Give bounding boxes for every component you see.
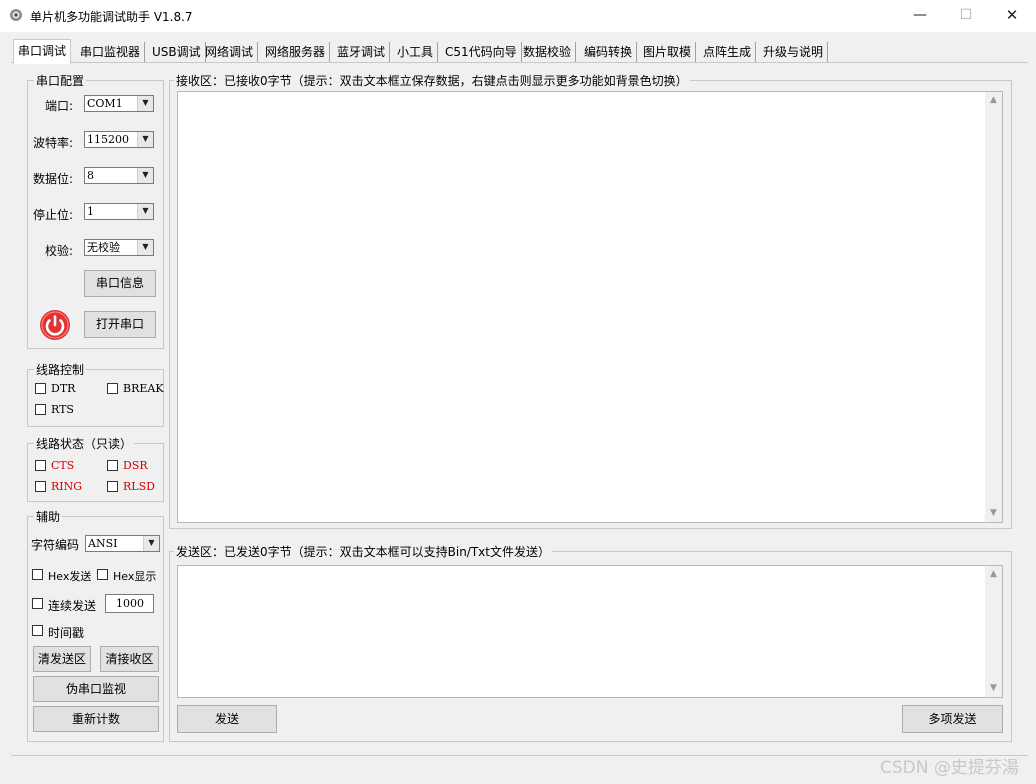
tab-c51-wizard[interactable]: C51代码向导	[441, 42, 522, 62]
receive-textarea[interactable]: ▲ ▼	[177, 91, 1003, 523]
interval-input[interactable]: 1000	[105, 594, 154, 613]
tab-tools[interactable]: 小工具	[393, 42, 439, 62]
scroll-up-icon[interactable]: ▲	[985, 566, 1002, 583]
baud-select[interactable]: 115200 ▼	[84, 131, 154, 148]
port-value: COM1	[87, 97, 123, 110]
close-button[interactable]: ✕	[989, 0, 1035, 32]
parity-value: 无校验	[87, 241, 120, 254]
encoding-select[interactable]: ANSI ▼	[85, 535, 160, 552]
tab-upgrade-info[interactable]: 升级与说明	[759, 42, 829, 62]
continuous-send-label: 连续发送	[48, 599, 97, 613]
tab-usb-debug[interactable]: USB调试	[148, 42, 206, 62]
line-control-group: 线路控制	[27, 361, 164, 427]
hex-display-checkbox[interactable]	[97, 569, 108, 580]
serial-config-title: 串口配置	[34, 72, 87, 89]
hex-send-label: Hex发送	[48, 570, 92, 583]
send-button[interactable]: 发送	[177, 705, 277, 733]
scroll-down-icon[interactable]: ▼	[985, 680, 1002, 697]
clear-send-button[interactable]: 清发送区	[33, 646, 91, 672]
serial-info-button[interactable]: 串口信息	[84, 270, 156, 297]
encoding-value: ANSI	[88, 537, 118, 550]
stopbits-value: 1	[87, 205, 94, 218]
rts-checkbox[interactable]	[35, 404, 46, 415]
line-control-title: 线路控制	[34, 361, 87, 378]
open-port-button[interactable]: 打开串口	[84, 311, 156, 338]
send-title: 发送区：已发送0字节（提示：双击文本框可以支持Bin/Txt文件发送）	[174, 543, 552, 560]
timestamp-label: 时间戳	[48, 626, 85, 640]
rts-label: RTS	[51, 403, 74, 416]
break-label: BREAK	[123, 382, 164, 395]
dtr-checkbox[interactable]	[35, 383, 46, 394]
ring-label: RING	[51, 480, 83, 493]
tab-network-server[interactable]: 网络服务器	[261, 42, 331, 62]
break-checkbox[interactable]	[107, 383, 118, 394]
line-status-title: 线路状态（只读）	[34, 435, 135, 452]
receive-scrollbar[interactable]: ▲ ▼	[985, 92, 1002, 522]
hex-display-label: Hex显示	[113, 570, 157, 583]
clear-receive-button[interactable]: 清接收区	[100, 646, 159, 672]
parity-select[interactable]: 无校验 ▼	[84, 239, 154, 256]
tab-divider	[11, 62, 1028, 63]
rlsd-checkbox	[107, 481, 118, 492]
port-label: 端口:	[45, 99, 74, 113]
dsr-label: DSR	[123, 459, 148, 472]
scroll-up-icon[interactable]: ▲	[985, 92, 1002, 109]
multi-send-button[interactable]: 多项发送	[902, 705, 1003, 733]
minimize-button[interactable]: —	[897, 0, 943, 32]
chevron-down-icon: ▼	[137, 168, 153, 183]
parity-label: 校验:	[45, 244, 74, 258]
chevron-down-icon: ▼	[137, 204, 153, 219]
chevron-down-icon: ▼	[137, 240, 153, 255]
tab-serial-monitor[interactable]: 串口监视器	[76, 42, 146, 62]
dtr-label: DTR	[51, 382, 76, 395]
chevron-down-icon: ▼	[143, 536, 159, 551]
window-title: 单片机多功能调试助手 V1.8.7	[30, 10, 193, 24]
app-icon	[9, 8, 23, 22]
assist-title: 辅助	[34, 508, 63, 525]
tab-network-debug[interactable]: 网络调试	[201, 42, 259, 62]
cts-checkbox	[35, 460, 46, 471]
stopbits-select[interactable]: 1 ▼	[84, 203, 154, 220]
rlsd-label: RLSD	[123, 480, 155, 493]
maximize-button[interactable]: ☐	[943, 0, 989, 32]
interval-value: 1000	[116, 597, 144, 610]
cts-label: CTS	[51, 459, 75, 472]
tab-data-checksum[interactable]: 数据校验	[519, 42, 577, 62]
pseudo-monitor-button[interactable]: 伪串口监视	[33, 676, 159, 702]
line-status-group: 线路状态（只读）	[27, 435, 164, 502]
tab-image-modulo[interactable]: 图片取模	[639, 42, 697, 62]
timestamp-checkbox[interactable]	[32, 625, 43, 636]
databits-select[interactable]: 8 ▼	[84, 167, 154, 184]
encoding-label: 字符编码	[31, 538, 80, 552]
watermark: CSDN @史提芬湯	[880, 758, 1019, 778]
recount-button[interactable]: 重新计数	[33, 706, 159, 732]
send-scrollbar[interactable]: ▲ ▼	[985, 566, 1002, 697]
baud-label: 波特率:	[33, 136, 74, 150]
power-icon[interactable]	[39, 309, 71, 341]
tab-bluetooth-debug[interactable]: 蓝牙调试	[333, 42, 391, 62]
databits-value: 8	[87, 169, 94, 182]
hex-send-checkbox[interactable]	[32, 569, 43, 580]
stopbits-label: 停止位:	[33, 208, 74, 222]
port-select[interactable]: COM1 ▼	[84, 95, 154, 112]
tab-dot-matrix[interactable]: 点阵生成	[699, 42, 757, 62]
tab-encoding-convert[interactable]: 编码转换	[580, 42, 638, 62]
baud-value: 115200	[87, 133, 129, 146]
chevron-down-icon: ▼	[137, 96, 153, 111]
chevron-down-icon: ▼	[137, 132, 153, 147]
status-divider	[11, 755, 1028, 756]
send-textarea[interactable]: ▲ ▼	[177, 565, 1003, 698]
dsr-checkbox	[107, 460, 118, 471]
tab-serial-debug[interactable]: 串口调试	[13, 39, 72, 64]
continuous-send-checkbox[interactable]	[32, 598, 43, 609]
receive-title: 接收区：已接收0字节（提示：双击文本框立保存数据，右键点击则显示更多功能如背景色…	[174, 72, 690, 89]
scroll-down-icon[interactable]: ▼	[985, 505, 1002, 522]
databits-label: 数据位:	[33, 172, 74, 186]
ring-checkbox	[35, 481, 46, 492]
